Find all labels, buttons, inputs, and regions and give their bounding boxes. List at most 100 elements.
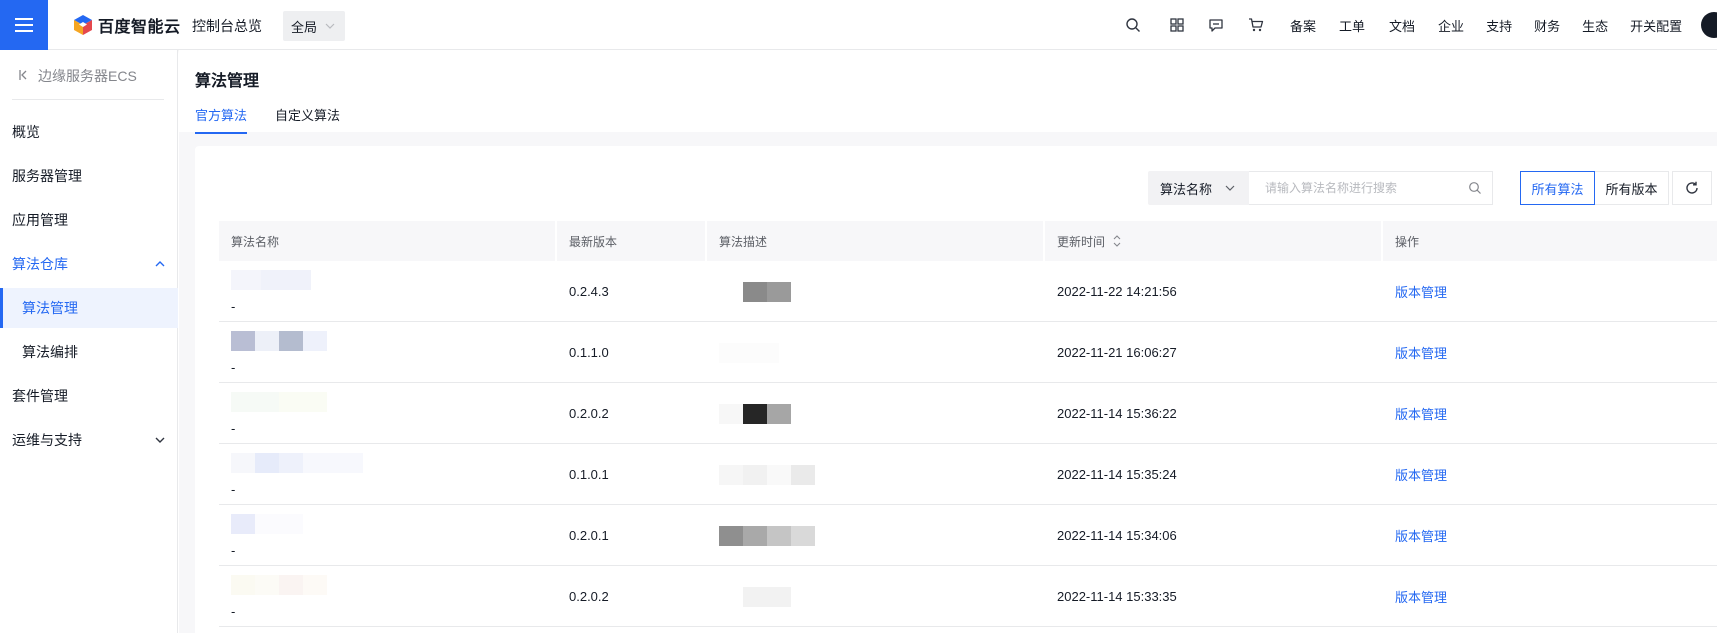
version-cell: 0.2.4.3 bbox=[569, 284, 609, 299]
sidebar-item-label: 算法编排 bbox=[22, 344, 78, 360]
version-management-link[interactable]: 版本管理 bbox=[1395, 465, 1447, 484]
search-icon[interactable] bbox=[1123, 15, 1143, 35]
page-header: 算法管理 官方算法 自定义算法 bbox=[179, 50, 1717, 134]
description-cell bbox=[707, 383, 791, 444]
sidebar-item-server-management[interactable]: 服务器管理 bbox=[0, 156, 178, 196]
search-icon[interactable] bbox=[1468, 181, 1482, 195]
redacted-name-image bbox=[231, 391, 327, 413]
updated-time-cell: 2022-11-21 16:06:27 bbox=[1057, 345, 1177, 360]
algorithm-table: 算法名称 最新版本 算法描述 更新时间 操作 - 0.2.4.3 2022-11… bbox=[219, 221, 1717, 627]
branch-back-icon bbox=[19, 70, 27, 80]
table-row: - 0.2.4.3 2022-11-22 14:21:56 版本管理 bbox=[219, 261, 1717, 322]
message-icon[interactable] bbox=[1206, 15, 1226, 35]
console-overview-link[interactable]: 控制台总览 bbox=[192, 16, 262, 36]
version-management-link[interactable]: 版本管理 bbox=[1395, 404, 1447, 423]
sidebar-item-label: 概览 bbox=[12, 124, 40, 140]
search-key-value: 算法名称 bbox=[1160, 181, 1213, 197]
redacted-name-image bbox=[231, 452, 363, 474]
sidebar-item-algorithm-orchestration[interactable]: 算法编排 bbox=[0, 332, 178, 372]
search-key-select[interactable]: 算法名称 bbox=[1148, 171, 1249, 205]
product-name: 边缘服务器ECS bbox=[38, 68, 137, 84]
chevron-up-icon bbox=[155, 261, 165, 267]
search-bar: 算法名称 bbox=[1148, 171, 1493, 205]
algorithm-name-cell: - bbox=[219, 444, 557, 505]
algorithm-name-text: - bbox=[231, 299, 236, 314]
sidebar-item-label: 算法管理 bbox=[22, 300, 78, 316]
table-row: - 0.2.0.2 2022-11-14 15:33:35 版本管理 bbox=[219, 566, 1717, 627]
updated-time-cell: 2022-11-14 15:33:35 bbox=[1057, 589, 1177, 604]
filter-all-versions-button[interactable]: 所有版本 bbox=[1595, 171, 1669, 205]
sidebar-item-app-management[interactable]: 应用管理 bbox=[0, 200, 178, 240]
chevron-down-icon bbox=[1225, 185, 1235, 191]
refresh-icon bbox=[1686, 181, 1698, 194]
column-header-updated[interactable]: 更新时间 bbox=[1045, 221, 1383, 261]
sidebar-item-label: 套件管理 bbox=[12, 388, 68, 404]
description-cell bbox=[707, 261, 791, 322]
nav-link-finance[interactable]: 财务 bbox=[1534, 16, 1560, 35]
algorithm-name-text: - bbox=[231, 604, 236, 619]
algorithm-name-text: - bbox=[231, 482, 236, 497]
version-cell: 0.2.0.1 bbox=[569, 528, 609, 543]
redacted-name-image bbox=[231, 513, 303, 535]
table-row: - 0.2.0.1 2022-11-14 15:34:06 版本管理 bbox=[219, 505, 1717, 566]
sidebar-item-overview[interactable]: 概览 bbox=[0, 112, 178, 152]
nav-link-docs[interactable]: 文档 bbox=[1389, 16, 1415, 35]
updated-time-cell: 2022-11-14 15:36:22 bbox=[1057, 406, 1177, 421]
sidebar: 边缘服务器ECS 概览 服务器管理 应用管理 算法仓库 算法管理 算法编排 套件… bbox=[0, 50, 178, 633]
version-cell: 0.2.0.2 bbox=[569, 589, 609, 604]
nav-link-filing[interactable]: 备案 bbox=[1290, 16, 1316, 35]
search-input-wrapper bbox=[1249, 171, 1493, 205]
column-header-description: 算法描述 bbox=[707, 221, 1045, 261]
sidebar-group-algorithm-repo[interactable]: 算法仓库 bbox=[0, 244, 178, 284]
product-switcher[interactable]: 边缘服务器ECS bbox=[12, 66, 164, 100]
top-nav-links: 备案 工单 文档 企业 支持 财务 生态 开关配置 bbox=[1290, 16, 1682, 35]
column-header-version: 最新版本 bbox=[557, 221, 707, 261]
sidebar-item-suite-management[interactable]: 套件管理 bbox=[0, 376, 178, 416]
search-input[interactable] bbox=[1265, 181, 1468, 195]
tab-official-algorithms[interactable]: 官方算法 bbox=[195, 105, 248, 134]
filter-all-algorithms-button[interactable]: 所有算法 bbox=[1520, 171, 1595, 205]
version-cell: 0.2.0.2 bbox=[569, 406, 609, 421]
nav-link-support[interactable]: 支持 bbox=[1486, 16, 1512, 35]
nav-link-ecosystem[interactable]: 生态 bbox=[1582, 16, 1608, 35]
logo-cube-icon bbox=[74, 15, 92, 35]
nav-link-ticket[interactable]: 工单 bbox=[1339, 16, 1365, 35]
baidu-cloud-logo[interactable]: 百度智能云 bbox=[72, 14, 181, 36]
description-cell bbox=[707, 444, 815, 505]
nav-link-switch-config[interactable]: 开关配置 bbox=[1630, 16, 1682, 35]
algorithm-name-text: - bbox=[231, 421, 236, 436]
version-management-link[interactable]: 版本管理 bbox=[1395, 587, 1447, 606]
updated-time-cell: 2022-11-14 15:35:24 bbox=[1057, 467, 1177, 482]
cart-icon[interactable] bbox=[1246, 15, 1266, 35]
table-row: - 0.1.0.1 2022-11-14 15:35:24 版本管理 bbox=[219, 444, 1717, 505]
refresh-button[interactable] bbox=[1672, 171, 1712, 205]
version-management-link[interactable]: 版本管理 bbox=[1395, 526, 1447, 545]
version-management-link[interactable]: 版本管理 bbox=[1395, 343, 1447, 362]
algorithm-name-cell: - bbox=[219, 505, 557, 566]
table-row: - 0.1.1.0 2022-11-21 16:06:27 版本管理 bbox=[219, 322, 1717, 383]
updated-time-cell: 2022-11-22 14:21:56 bbox=[1057, 284, 1177, 299]
region-select[interactable]: 全局 bbox=[283, 11, 345, 41]
sidebar-item-algorithm-management[interactable]: 算法管理 bbox=[0, 288, 178, 328]
page-title: 算法管理 bbox=[195, 73, 260, 90]
nav-link-enterprise[interactable]: 企业 bbox=[1438, 16, 1464, 35]
algorithm-name-cell: - bbox=[219, 383, 557, 444]
sort-icon[interactable] bbox=[1113, 235, 1121, 247]
algorithm-name-cell: - bbox=[219, 261, 557, 322]
algorithm-list-card: 算法名称 所有算法 所有版本 算法名称 最新版本 算法描述 更新时间 bbox=[195, 146, 1717, 633]
grid-apps-icon[interactable] bbox=[1167, 15, 1187, 35]
column-header-actions: 操作 bbox=[1395, 234, 1420, 249]
version-cell: 0.1.1.0 bbox=[569, 345, 609, 360]
updated-time-cell: 2022-11-14 15:34:06 bbox=[1057, 528, 1177, 543]
version-management-link[interactable]: 版本管理 bbox=[1395, 282, 1447, 301]
algorithm-name-cell: - bbox=[219, 322, 557, 383]
main-content: 算法管理 官方算法 自定义算法 算法名称 所有算法 所有版本 算法名称 bbox=[179, 50, 1717, 633]
sidebar-group-ops-support[interactable]: 运维与支持 bbox=[0, 420, 178, 460]
chevron-down-icon bbox=[155, 437, 165, 443]
algorithm-name-text: - bbox=[231, 543, 236, 558]
avatar[interactable] bbox=[1701, 12, 1717, 38]
tab-custom-algorithms[interactable]: 自定义算法 bbox=[275, 105, 340, 132]
sidebar-item-label: 服务器管理 bbox=[12, 168, 82, 184]
hamburger-menu-button[interactable] bbox=[0, 0, 48, 50]
redacted-name-image bbox=[231, 330, 327, 352]
